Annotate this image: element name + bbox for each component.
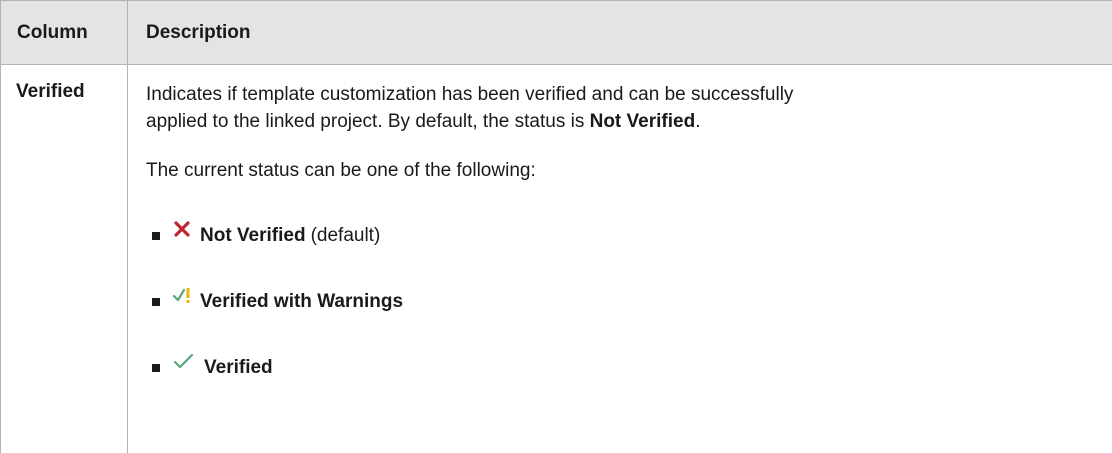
description-line-1: Indicates if template customization has … <box>146 84 793 105</box>
header-row: Column Description <box>1 1 1112 65</box>
cell-description: Indicates if template customization has … <box>128 65 1112 453</box>
bullet <box>152 232 160 240</box>
status-table: Column Description Verified Indicates if… <box>0 0 1112 453</box>
bullet <box>152 298 160 306</box>
status-extra: (default) <box>311 222 381 249</box>
check-warning-icon <box>172 285 192 307</box>
bullet <box>152 364 160 372</box>
red-x-icon <box>172 219 192 241</box>
cell-column-name: Verified <box>1 65 128 453</box>
status-label: Verified with Warnings <box>200 288 403 315</box>
default-status-text: Not Verified <box>590 111 696 132</box>
status-intro: The current status can be one of the fol… <box>146 157 1092 184</box>
header-column: Column <box>1 1 128 65</box>
status-label: Verified <box>204 354 273 381</box>
description-line-2-suffix: . <box>695 111 700 132</box>
list-item: Verified with Warnings <box>146 288 1092 315</box>
status-list: Not Verified (default) Verified wi <box>146 222 1092 381</box>
table-row: Verified Indicates if template customiza… <box>1 65 1112 453</box>
status-label: Not Verified <box>200 222 306 249</box>
list-item: Verified <box>146 354 1092 381</box>
description-line-2-prefix: applied to the linked project. By defaul… <box>146 111 590 132</box>
header-description: Description <box>128 1 1112 65</box>
description-paragraph: Indicates if template customization has … <box>146 81 1092 135</box>
green-check-icon <box>172 351 196 373</box>
list-item: Not Verified (default) <box>146 222 1092 249</box>
